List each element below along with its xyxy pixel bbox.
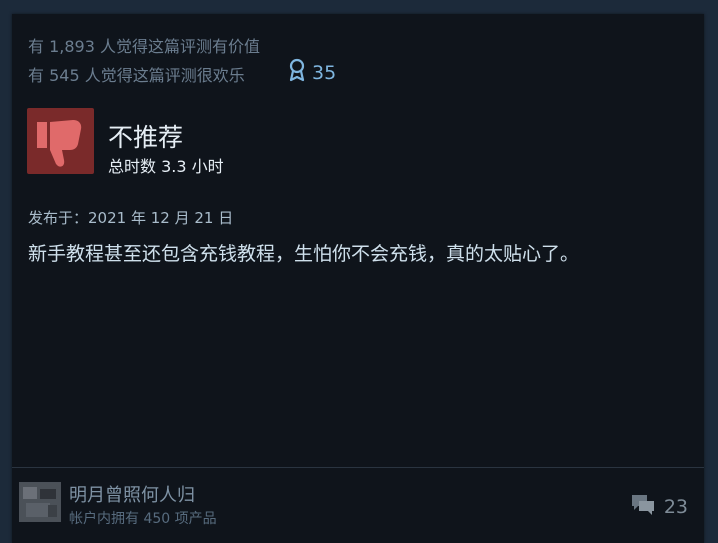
award-ribbon-icon [288, 58, 312, 87]
avatar[interactable] [19, 482, 61, 522]
thumbs-down-icon[interactable] [27, 108, 94, 174]
author-products: 帐户内拥有 450 项产品 [69, 511, 217, 527]
comment-count: 23 [663, 495, 688, 518]
helpful-count-text: 有 1,893 人觉得这篇评测有价值 [28, 37, 260, 56]
comments-button[interactable]: 23 [630, 492, 688, 521]
funny-count-text: 有 545 人觉得这篇评测很欢乐 [28, 66, 245, 85]
award-count: 35 [312, 61, 337, 84]
review-card: 有 1,893 人觉得这篇评测有价值 有 545 人觉得这篇评测很欢乐 35 不… [12, 14, 704, 543]
review-text: 新手教程甚至还包含充钱教程，生怕你不会充钱，真的太贴心了。 [28, 243, 580, 265]
author-name[interactable]: 明月曾照何人归 [69, 481, 195, 507]
award-badge[interactable]: 35 [288, 58, 336, 87]
posted-date: 发布于：2021 年 12 月 21 日 [28, 209, 234, 227]
comment-bubbles-icon [630, 492, 664, 521]
recommendation-title: 不推荐 [108, 123, 184, 152]
hours-played: 总时数 3.3 小时 [108, 157, 224, 176]
footer-divider [12, 467, 704, 468]
